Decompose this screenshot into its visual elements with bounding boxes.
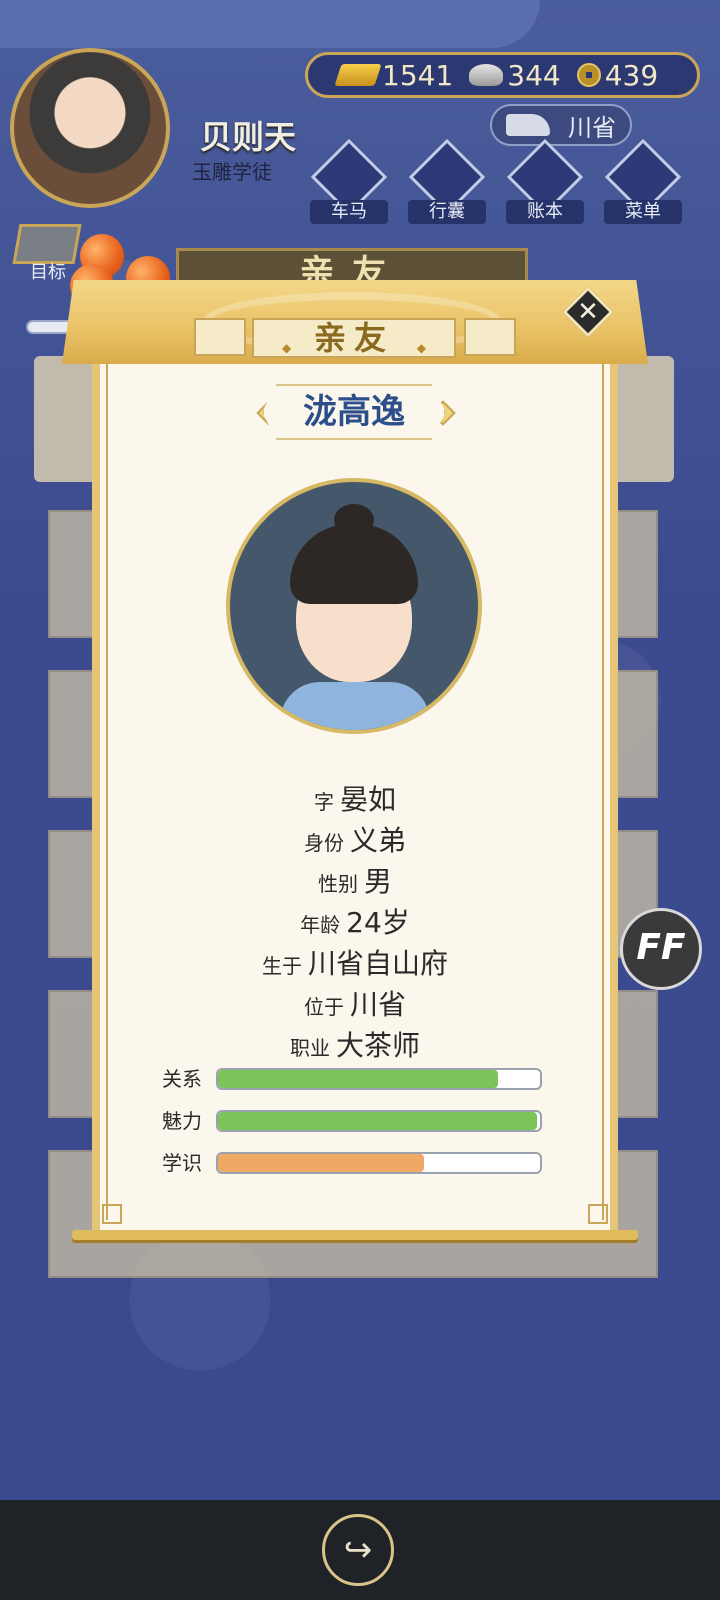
iron-icon [506, 114, 550, 136]
detail-label: 位于 [303, 995, 344, 1019]
detail-value: 24岁 [346, 906, 410, 939]
gold-currency: 1541 [334, 58, 454, 92]
stat-fill [218, 1112, 537, 1130]
location-button[interactable]: 川省 [490, 104, 632, 146]
stat-bar [216, 1110, 542, 1132]
character-name: 泷高逸 [262, 384, 446, 440]
stat-relationship: 关系 [162, 1066, 544, 1092]
detail-value: 晏如 [339, 783, 396, 816]
detail-row: 职业 大茶师 [62, 1024, 648, 1065]
detail-label: 年龄 [300, 913, 341, 937]
detail-value: 川省自山府 [307, 947, 448, 980]
detail-row: 性别男 [62, 860, 648, 901]
detail-label: 生于 [261, 954, 302, 978]
character-portrait [226, 478, 482, 734]
silver-currency: 344 [469, 58, 561, 92]
nav-label: 菜单 [604, 200, 682, 224]
cloud-decoration [0, 0, 540, 48]
modal-title: 亲友 [252, 318, 456, 366]
detail-value: 男 [363, 865, 392, 898]
friend-detail-modal: 亲友 ✕ 泷高逸 字晏如 身份义弟 性别男 年龄24岁 生于川省自山府 位于川省… [62, 272, 648, 1252]
player-name: 贝则天 [200, 118, 297, 156]
gold-amount: 1541 [382, 58, 454, 92]
header-decoration [194, 318, 246, 356]
system-bar: ↪ [0, 1500, 720, 1600]
detail-row: 位于 川省 [62, 983, 648, 1024]
copper-coin-icon [576, 63, 601, 87]
corner-ornament [588, 1204, 608, 1224]
nav-label: 车马 [310, 200, 388, 224]
stat-fill [218, 1070, 499, 1088]
coin-currency: 439 [576, 58, 659, 92]
detail-row: 身份 义弟 [62, 819, 648, 860]
detail-row: 字晏如 [62, 778, 648, 819]
nav-carriage-button[interactable]: 车马 [310, 138, 388, 224]
fast-forward-button[interactable]: FF [620, 908, 702, 990]
silver-amount: 344 [507, 58, 561, 92]
nav-menu-button[interactable]: 菜单 [604, 138, 682, 224]
stat-knowledge: 学识 [162, 1150, 544, 1176]
detail-label: 性别 [317, 872, 358, 896]
scroll-rod [72, 1230, 638, 1240]
character-details: 字晏如 身份 义弟 性别男 年龄 24岁 生于 川省自山府 位于 川省 职业 大茶师 [62, 778, 648, 1065]
detail-label: 字 [313, 790, 334, 814]
share-icon: ↪ [343, 1530, 373, 1570]
stat-bar [216, 1068, 542, 1090]
nav-label: 账本 [506, 200, 584, 224]
stat-label: 魅力 [162, 1109, 202, 1133]
currency-bar: 1541 344 439 [305, 52, 700, 98]
top-nav: 车马 行囊 账本 菜单 [310, 138, 682, 224]
detail-label: 职业 [289, 1036, 330, 1060]
stat-label: 关系 [162, 1067, 202, 1091]
detail-label: 身份 [303, 831, 344, 855]
player-avatar[interactable] [10, 48, 170, 208]
detail-value: 川省 [349, 988, 406, 1021]
detail-row: 生于 川省自山府 [62, 942, 648, 983]
detail-row: 年龄 24岁 [62, 901, 648, 942]
location-label: 川省 [568, 113, 616, 142]
header-decoration [464, 318, 516, 356]
detail-value: 义弟 [349, 824, 406, 857]
detail-value: 大茶师 [335, 1029, 420, 1062]
share-button[interactable]: ↪ [322, 1514, 394, 1586]
close-icon: ✕ [577, 297, 599, 327]
nav-ledger-button[interactable]: 账本 [506, 138, 584, 224]
stat-fill [218, 1154, 425, 1172]
player-title: 玉雕学徒 [192, 160, 272, 184]
gold-bar-icon [334, 64, 382, 86]
corner-ornament [102, 1204, 122, 1224]
nav-bag-button[interactable]: 行囊 [408, 138, 486, 224]
stat-bar [216, 1152, 542, 1174]
silver-ingot-icon [469, 64, 504, 86]
coin-amount: 439 [604, 58, 659, 92]
nav-label: 行囊 [408, 200, 486, 224]
stat-charm: 魅力 [162, 1108, 544, 1134]
stat-label: 学识 [162, 1151, 202, 1175]
